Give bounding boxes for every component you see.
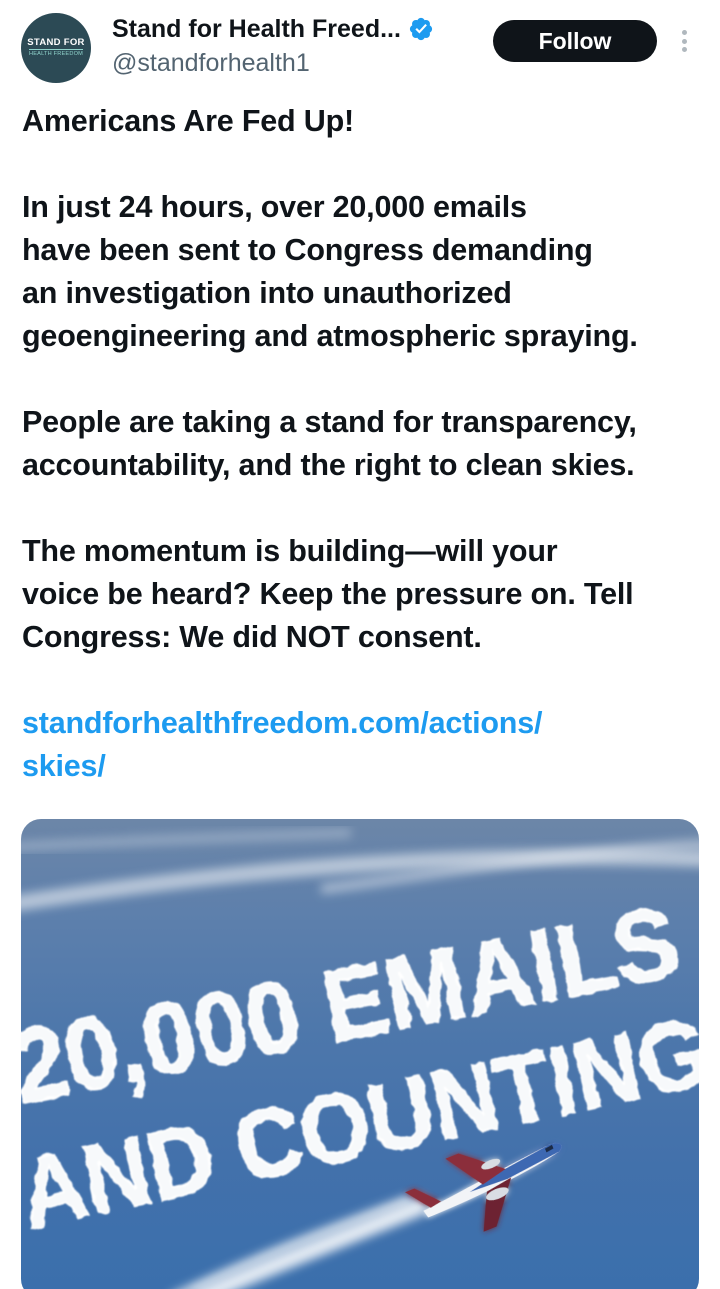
tweet-image[interactable]: 20,000 EMAILS AND COUNTING — [21, 819, 699, 1289]
tweet-link-line[interactable]: skies/ — [22, 745, 712, 788]
more-dot — [681, 47, 687, 52]
tweet-text: Americans Are Fed Up! In just 24 hours, … — [22, 100, 712, 788]
follow-button[interactable]: Follow — [493, 20, 657, 62]
tweet-line: have been sent to Congress demanding — [22, 233, 593, 267]
more-vertical-icon[interactable] — [674, 26, 694, 56]
author-handle[interactable]: @standforhealth1 — [112, 47, 310, 79]
sky-illustration: 20,000 EMAILS AND COUNTING — [21, 828, 699, 1289]
tweet-paragraph: Americans Are Fed Up! — [22, 100, 712, 143]
tweet-line: voice be heard? Keep the pressure on. Te… — [22, 577, 634, 611]
tweet-link[interactable]: standforhealthfreedom.com/actions/ skies… — [22, 702, 712, 788]
tweet-paragraph: The momentum is building—will your voice… — [22, 530, 712, 659]
tweet-line: The momentum is building—will your — [22, 534, 558, 568]
avatar[interactable]: STAND FOR HEALTH FREEDOM — [21, 13, 91, 83]
tweet-link-line[interactable]: standforhealthfreedom.com/actions/ — [22, 702, 712, 745]
tweet-line: In just 24 hours, over 20,000 emails — [22, 190, 527, 224]
avatar-logo-text: STAND FOR — [27, 37, 85, 48]
tweet-line: an investigation into unauthorized — [22, 276, 512, 310]
tweet-line: accountability, and the right to clean s… — [22, 448, 635, 482]
more-dot — [681, 30, 687, 35]
tweet-line: Americans Are Fed Up! — [22, 104, 354, 138]
tweet-paragraph: People are taking a stand for transparen… — [22, 401, 712, 487]
tweet-line: People are taking a stand for transparen… — [22, 405, 637, 439]
tweet-paragraph: In just 24 hours, over 20,000 emails hav… — [22, 186, 712, 358]
author-display-name[interactable]: Stand for Health Freed... — [112, 13, 401, 45]
avatar-logo-subtext: HEALTH FREEDOM — [29, 49, 83, 57]
verified-badge-icon — [409, 17, 433, 41]
tweet-line: Congress: We did NOT consent. — [22, 620, 482, 654]
tweet-line: geoengineering and atmospheric spraying. — [22, 319, 638, 353]
tweet-header: STAND FOR HEALTH FREEDOM Stand for Healt… — [0, 0, 720, 96]
author-name-row[interactable]: Stand for Health Freed... — [112, 13, 434, 45]
more-dot — [681, 38, 687, 44]
